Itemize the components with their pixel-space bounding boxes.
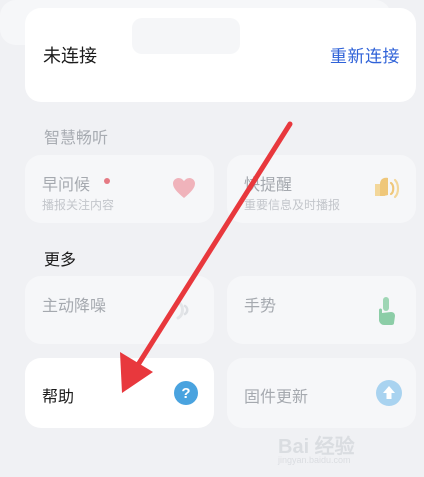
tile-title: 快提醒: [244, 175, 293, 194]
tile-firmware-update[interactable]: 固件更新: [227, 358, 416, 428]
reconnect-button[interactable]: 重新连接: [330, 42, 400, 67]
device-image-placeholder: [132, 18, 240, 54]
tile-title: 早问候: [42, 175, 91, 194]
bell-icon: [375, 177, 400, 199]
section-title-smart-listening: 智慧畅听: [44, 128, 109, 147]
heart-icon: [173, 178, 195, 198]
connection-status-text: 未连接: [43, 46, 97, 67]
tile-morning-greeting[interactable]: 早问候 播报关注内容: [25, 155, 214, 223]
tile-title: 手势: [244, 296, 277, 315]
watermark-url: jingyan.baidu.com: [278, 455, 351, 465]
sound-wave-icon: [176, 300, 189, 320]
svg-text:?: ?: [181, 385, 190, 402]
question-mark-icon: ?: [174, 381, 198, 405]
tile-noise-cancellation[interactable]: 主动降噪: [25, 276, 214, 344]
tile-subtitle: 重要信息及时播报: [244, 198, 341, 212]
new-badge-dot: [104, 178, 110, 184]
tile-title: 帮助: [42, 387, 75, 406]
tile-title: 主动降噪: [42, 296, 107, 315]
tile-gestures[interactable]: 手势: [227, 276, 416, 344]
hand-icon: [379, 297, 395, 325]
watermark-logo: Bai 经验 jingyan.baidu.com: [278, 430, 398, 470]
connection-card: 未连接 重新连接: [25, 8, 416, 102]
tile-help[interactable]: 帮助 ?: [25, 358, 214, 428]
upload-arrow-icon: [376, 380, 402, 406]
tile-quick-reminder[interactable]: 快提醒 重要信息及时播报: [227, 155, 416, 223]
tile-subtitle: 播报关注内容: [42, 198, 115, 212]
tile-title: 固件更新: [244, 387, 309, 406]
section-title-more: 更多: [44, 250, 77, 269]
